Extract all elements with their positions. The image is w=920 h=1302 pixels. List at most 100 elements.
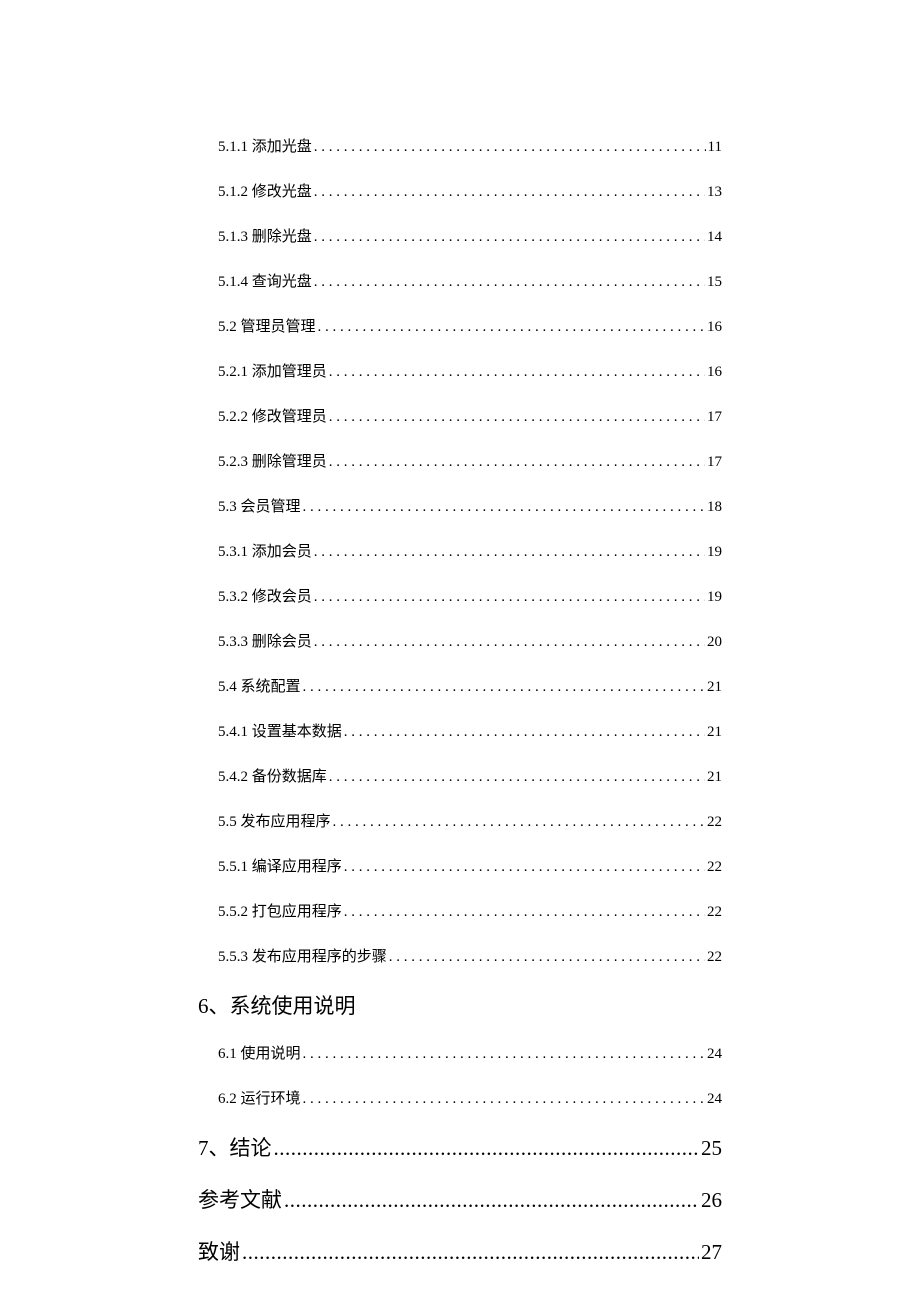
- toc-leader: [329, 409, 705, 426]
- toc-page-number: 21: [707, 679, 722, 696]
- toc-entry: 参考文献 26: [198, 1184, 722, 1214]
- toc-entry: 5.4 系统配置 21: [198, 675, 722, 696]
- toc-entry-label: 5.4 系统配置: [218, 675, 301, 696]
- toc-entry: 5.1.4 查询光盘 15: [198, 270, 722, 291]
- toc-entry-label: 7、结论: [198, 1132, 272, 1162]
- toc-page-number: 22: [707, 814, 722, 831]
- toc-leader: [274, 1136, 700, 1161]
- toc-leader: [329, 364, 705, 381]
- toc-entry-label: 6、系统使用说明: [198, 990, 356, 1020]
- toc-page-number: 22: [707, 859, 722, 876]
- toc-entry-label: 5.5.3 发布应用程序的步骤: [218, 945, 387, 966]
- toc-leader: [333, 814, 705, 831]
- toc-entry-label: 5.2.3 删除管理员: [218, 450, 327, 471]
- toc-entry: 5.5.1 编译应用程序 22: [198, 855, 722, 876]
- toc-leader: [314, 589, 705, 606]
- toc-entry-label: 5.5.1 编译应用程序: [218, 855, 342, 876]
- toc-page-number: 11: [708, 139, 722, 156]
- toc-entry: 致谢 27: [198, 1236, 722, 1266]
- toc-entry: 5.1.3 删除光盘 14: [198, 225, 722, 246]
- toc-leader: [242, 1240, 699, 1265]
- toc-page-number: 17: [707, 409, 722, 426]
- toc-entry: 5.5 发布应用程序 22: [198, 810, 722, 831]
- toc-entry: 5.3 会员管理 18: [198, 495, 722, 516]
- toc-leader: [314, 139, 706, 156]
- toc-entry-label: 参考文献: [198, 1184, 282, 1214]
- toc-page-number: 24: [707, 1091, 722, 1108]
- toc-entry: 5.1.1 添加光盘 11: [198, 135, 722, 156]
- toc-leader: [318, 319, 705, 336]
- toc-entry-label: 5.3.3 删除会员: [218, 630, 312, 651]
- toc-entry: 5.3.2 修改会员 19: [198, 585, 722, 606]
- toc-entry-label: 6.1 使用说明: [218, 1042, 301, 1063]
- toc-page-number: 24: [707, 1046, 722, 1063]
- toc-leader: [329, 769, 705, 786]
- toc-entry-label: 5.5 发布应用程序: [218, 810, 331, 831]
- toc-page-number: 26: [701, 1188, 722, 1213]
- toc-leader: [314, 184, 705, 201]
- toc-page-number: 13: [707, 184, 722, 201]
- toc-entry-label: 5.1.3 删除光盘: [218, 225, 312, 246]
- toc-leader: [344, 724, 705, 741]
- toc-page-number: 22: [707, 949, 722, 966]
- toc-leader: [344, 859, 705, 876]
- toc-page-number: 21: [707, 724, 722, 741]
- toc-entry-label: 5.1.2 修改光盘: [218, 180, 312, 201]
- toc-page-number: 21: [707, 769, 722, 786]
- toc-entry: 7、结论 25: [198, 1132, 722, 1162]
- toc-entry-label: 5.4.2 备份数据库: [218, 765, 327, 786]
- toc-entry: 5.2.3 删除管理员 17: [198, 450, 722, 471]
- toc-leader: [329, 454, 705, 471]
- toc-leader: [303, 1091, 705, 1108]
- toc-page-number: 16: [707, 319, 722, 336]
- toc-entry-label: 6.2 运行环境: [218, 1087, 301, 1108]
- toc-entry-label: 5.4.1 设置基本数据: [218, 720, 342, 741]
- toc-entry: 5.2.2 修改管理员 17: [198, 405, 722, 426]
- toc-page-number: 18: [707, 499, 722, 516]
- toc-leader: [303, 499, 705, 516]
- toc-leader: [314, 544, 705, 561]
- toc-entry: 6.2 运行环境 24: [198, 1087, 722, 1108]
- toc-entry-label: 5.5.2 打包应用程序: [218, 900, 342, 921]
- toc-entry-label: 5.3.2 修改会员: [218, 585, 312, 606]
- toc-page-number: 19: [707, 544, 722, 561]
- toc-page-number: 16: [707, 364, 722, 381]
- toc-page-number: 25: [701, 1136, 722, 1161]
- toc-page-number: 22: [707, 904, 722, 921]
- toc-entry: 5.2 管理员管理 16: [198, 315, 722, 336]
- toc-entry: 5.5.2 打包应用程序 22: [198, 900, 722, 921]
- toc-page-number: 20: [707, 634, 722, 651]
- document-page: 5.1.1 添加光盘115.1.2 修改光盘135.1.3 删除光盘145.1.…: [0, 0, 920, 1302]
- toc-entry-label: 5.3 会员管理: [218, 495, 301, 516]
- toc-leader: [314, 634, 705, 651]
- toc-entry-label: 5.2.1 添加管理员: [218, 360, 327, 381]
- toc-page-number: 27: [701, 1240, 722, 1265]
- toc-entry-label: 5.2 管理员管理: [218, 315, 316, 336]
- toc-entry-label: 5.2.2 修改管理员: [218, 405, 327, 426]
- toc-page-number: 17: [707, 454, 722, 471]
- toc-leader: [303, 1046, 705, 1063]
- toc-entry: 5.3.3 删除会员 20: [198, 630, 722, 651]
- toc-entry: 5.2.1 添加管理员 16: [198, 360, 722, 381]
- toc-entry-label: 5.1.1 添加光盘: [218, 135, 312, 156]
- toc-page-number: 15: [707, 274, 722, 291]
- toc-entry: 5.4.1 设置基本数据 21: [198, 720, 722, 741]
- toc-entry: 5.5.3 发布应用程序的步骤 22: [198, 945, 722, 966]
- toc-entry: 5.4.2 备份数据库 21: [198, 765, 722, 786]
- toc-entry-label: 5.1.4 查询光盘: [218, 270, 312, 291]
- toc-leader: [314, 274, 705, 291]
- toc-entry-label: 致谢: [198, 1236, 240, 1266]
- toc-page-number: 14: [707, 229, 722, 246]
- table-of-contents: 5.1.1 添加光盘115.1.2 修改光盘135.1.3 删除光盘145.1.…: [198, 135, 722, 1266]
- toc-entry: 5.1.2 修改光盘 13: [198, 180, 722, 201]
- toc-leader: [344, 904, 705, 921]
- toc-entry: 6、系统使用说明: [198, 990, 722, 1020]
- toc-leader: [303, 679, 705, 696]
- toc-page-number: 19: [707, 589, 722, 606]
- toc-entry-label: 5.3.1 添加会员: [218, 540, 312, 561]
- toc-entry: 6.1 使用说明 24: [198, 1042, 722, 1063]
- toc-leader: [389, 949, 705, 966]
- toc-leader: [314, 229, 705, 246]
- toc-leader: [284, 1188, 699, 1213]
- toc-entry: 5.3.1 添加会员 19: [198, 540, 722, 561]
